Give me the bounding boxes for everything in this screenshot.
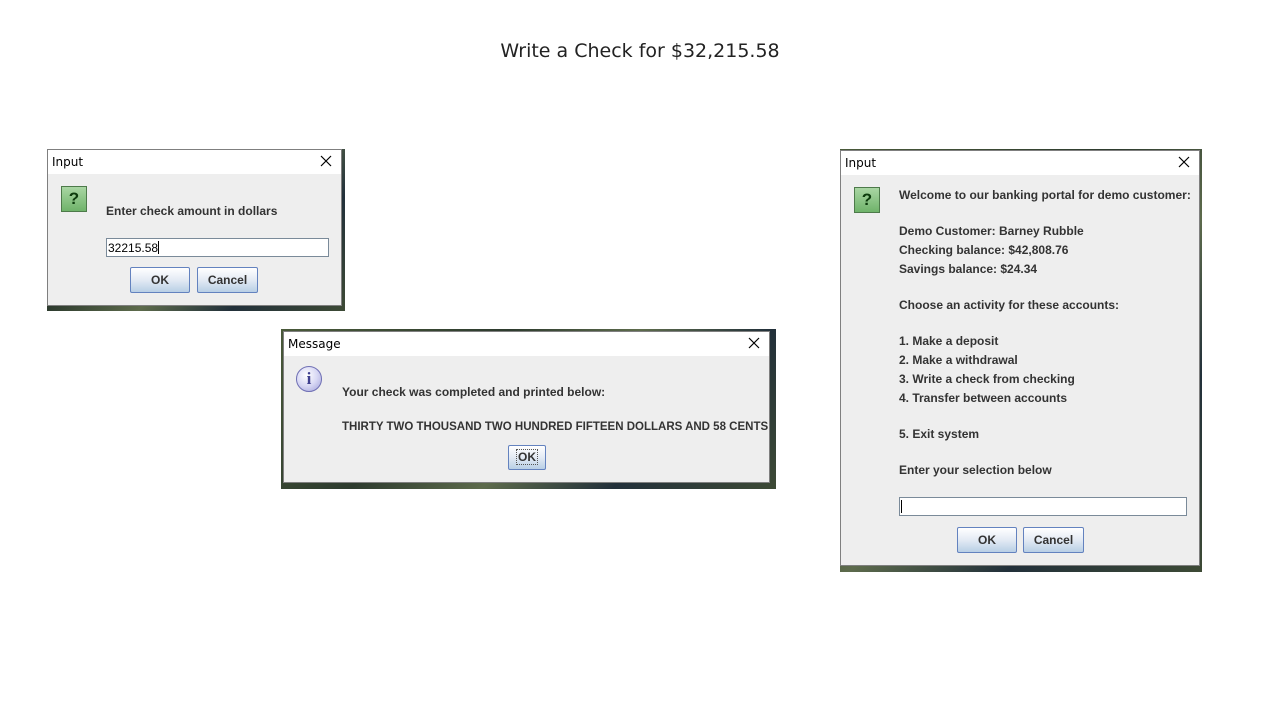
- enter-selection-text: Enter your selection below: [899, 463, 1052, 477]
- question-icon: ?: [854, 187, 880, 213]
- selection-input[interactable]: [899, 497, 1187, 516]
- slide-title: Write a Check for $32,215.58: [500, 40, 780, 62]
- savings-balance: Savings balance: $24.34: [899, 262, 1038, 276]
- banking-menu-dialog: Input ? Welcome to our banking portal fo…: [840, 150, 1200, 566]
- message-line-2: THIRTY TWO THOUSAND TWO HUNDRED FIFTEEN …: [342, 421, 769, 433]
- checking-balance: Checking balance: $42,808.76: [899, 243, 1069, 257]
- amount-input[interactable]: 32215.58: [106, 238, 329, 257]
- menu-option: 5. Exit system: [899, 427, 980, 441]
- ok-button[interactable]: OK: [130, 267, 190, 293]
- text-caret: [901, 500, 902, 513]
- question-icon: ?: [61, 186, 87, 212]
- info-icon: i: [296, 366, 322, 392]
- check-message-dialog: Message i Your check was completed and p…: [283, 331, 770, 483]
- amount-input-value: 32215.58: [108, 241, 159, 255]
- menu-option: 4. Transfer between accounts: [899, 391, 1068, 405]
- text-caret: [158, 241, 160, 254]
- cancel-button[interactable]: Cancel: [197, 267, 258, 293]
- dialog-titlebar[interactable]: Input: [48, 150, 341, 174]
- ok-button[interactable]: OK: [957, 527, 1017, 553]
- welcome-text: Welcome to our banking portal for demo c…: [899, 188, 1191, 202]
- ok-button[interactable]: OK: [508, 445, 546, 470]
- message-line-1: Your check was completed and printed bel…: [342, 385, 606, 399]
- choose-activity-text: Choose an activity for these accounts:: [899, 298, 1120, 312]
- close-icon[interactable]: [317, 152, 335, 170]
- ok-button-label: OK: [516, 449, 538, 465]
- dialog-titlebar[interactable]: Message: [284, 332, 769, 356]
- amount-prompt: Enter check amount in dollars: [106, 204, 278, 218]
- close-icon[interactable]: [1175, 153, 1193, 171]
- check-amount-dialog: Input ? Enter check amount in dollars 32…: [47, 149, 342, 306]
- menu-option: 3. Write a check from checking: [899, 372, 1075, 386]
- cancel-button[interactable]: Cancel: [1023, 527, 1084, 553]
- dialog-title: Input: [52, 155, 84, 169]
- menu-option: 2. Make a withdrawal: [899, 353, 1018, 367]
- close-icon[interactable]: [745, 334, 763, 352]
- dialog-title: Input: [845, 156, 877, 170]
- customer-name: Demo Customer: Barney Rubble: [899, 224, 1084, 238]
- dialog-titlebar[interactable]: Input: [841, 151, 1199, 175]
- dialog-title: Message: [288, 337, 341, 351]
- menu-option: 1. Make a deposit: [899, 334, 999, 348]
